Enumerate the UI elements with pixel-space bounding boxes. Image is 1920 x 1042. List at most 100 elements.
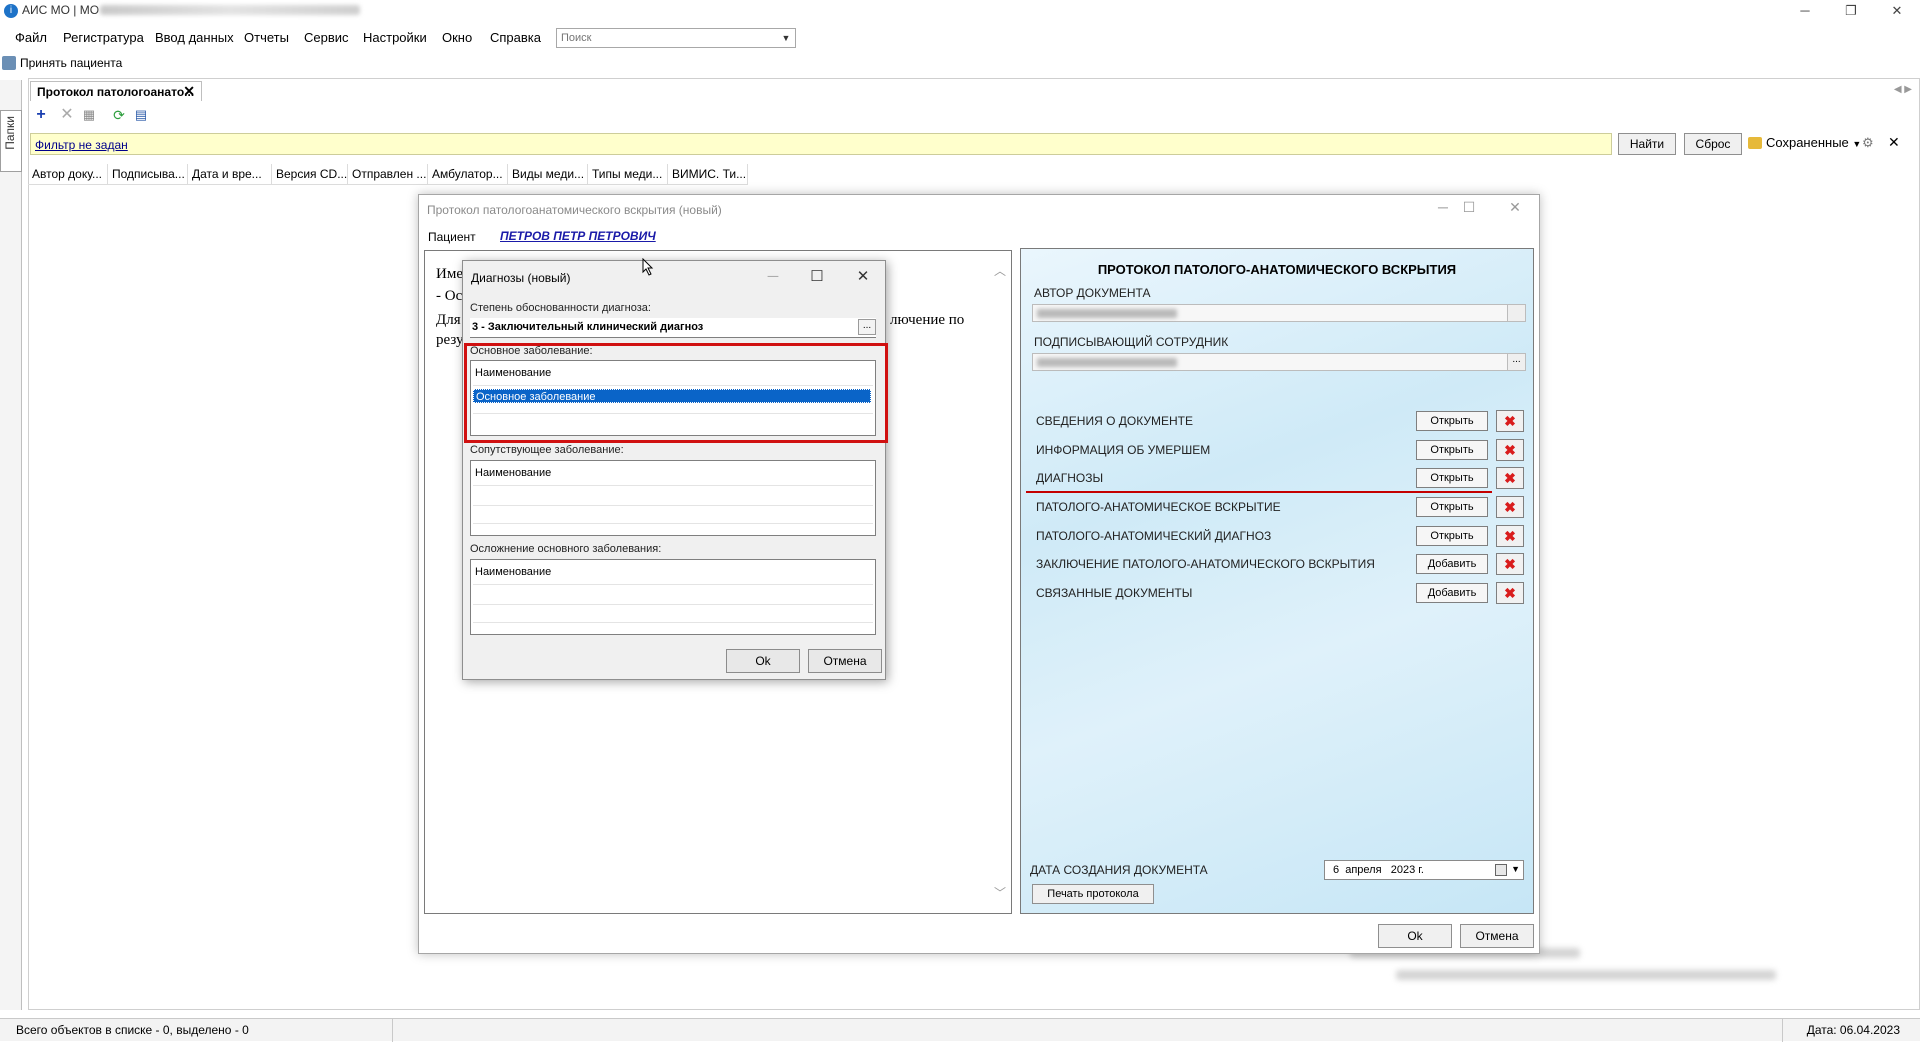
select-author-button[interactable] <box>1507 305 1525 321</box>
delete-icon[interactable]: ✖ <box>1496 582 1524 604</box>
column-header[interactable]: Автор доку... <box>28 164 108 184</box>
concomitant-list[interactable]: Наименование <box>470 460 876 536</box>
menu-registry[interactable]: Регистратура <box>63 30 144 45</box>
diagnoses-cancel-button[interactable]: Отмена <box>808 649 882 673</box>
menu-service[interactable]: Сервис <box>304 30 349 45</box>
search-input[interactable] <box>557 29 767 47</box>
filter-link[interactable]: Фильтр не задан <box>35 138 128 152</box>
open-button[interactable]: Открыть <box>1416 411 1488 431</box>
search-box[interactable]: ▼ <box>556 28 796 48</box>
add-icon[interactable]: + <box>30 104 52 126</box>
status-date: Дата: 06.04.2023 <box>1806 1023 1900 1037</box>
delete-icon[interactable]: ✖ <box>1496 525 1524 547</box>
accept-patient-button[interactable]: Принять пациента <box>2 56 122 70</box>
close-filter-icon[interactable]: ✕ <box>1888 134 1900 151</box>
delete-icon[interactable]: ✖ <box>1496 410 1524 432</box>
complication-list[interactable]: Наименование <box>470 559 876 635</box>
column-header[interactable]: Версия CD... <box>272 164 348 184</box>
delete-icon[interactable]: ✖ <box>1496 496 1524 518</box>
delete-icon[interactable]: ✕ <box>56 104 78 126</box>
scroll-down-icon[interactable]: ﹀ <box>994 884 1006 901</box>
signer-field[interactable]: ... <box>1032 353 1526 371</box>
minimize-button[interactable]: ─ <box>1782 0 1828 22</box>
add-button[interactable]: Добавить <box>1416 554 1488 574</box>
menu-window[interactable]: Окно <box>442 30 472 45</box>
open-button[interactable]: Открыть <box>1416 526 1488 546</box>
delete-icon[interactable]: ✖ <box>1496 439 1524 461</box>
accept-patient-label: Принять пациента <box>20 56 123 70</box>
menu-data-entry[interactable]: Ввод данных <box>155 30 234 45</box>
author-field[interactable] <box>1032 304 1526 322</box>
maximize-icon[interactable]: ☐ <box>1449 199 1489 219</box>
tab-protocol[interactable]: Протокол патологоанато... ✕ <box>30 81 202 101</box>
menu-settings[interactable]: Настройки <box>363 30 427 45</box>
open-button[interactable]: Открыть <box>1416 497 1488 517</box>
chevron-down-icon[interactable]: ▼ <box>779 31 793 45</box>
app-logo-icon: i <box>4 4 18 18</box>
protocol-heading: ПРОТОКОЛ ПАТОЛОГО-АНАТОМИЧЕСКОГО ВСКРЫТИ… <box>1097 262 1457 277</box>
section-label: ИНФОРМАЦИЯ ОБ УМЕРШЕМ <box>1036 443 1211 457</box>
date-picker[interactable]: 6 апреля 2023 г. ▼ <box>1324 860 1524 880</box>
title-bar: i АИС МО | МО ─ ❐ ✕ <box>0 0 1920 22</box>
diagnoses-ok-button[interactable]: Ok <box>726 649 800 673</box>
column-header[interactable]: Виды меди... <box>508 164 588 184</box>
calendar-icon[interactable] <box>1495 864 1507 876</box>
find-button[interactable]: Найти <box>1618 133 1676 155</box>
column-header[interactable]: Дата и вре... <box>188 164 272 184</box>
export-icon[interactable]: ▤ <box>130 104 152 126</box>
saved-icon <box>1748 137 1762 149</box>
saved-label: Сохраненные <box>1766 135 1849 150</box>
status-divider <box>1782 1019 1783 1042</box>
mouse-cursor-icon <box>642 258 654 276</box>
restore-button[interactable]: ❐ <box>1828 0 1874 22</box>
chevron-down-icon[interactable]: ▼ <box>1511 864 1520 874</box>
protocol-window-title: Протокол патологоанатомического вскрытия… <box>427 203 722 217</box>
blurred-author <box>1037 309 1177 318</box>
protocol-cancel-button[interactable]: Отмена <box>1460 924 1534 948</box>
highlight-box <box>464 343 888 443</box>
degree-select[interactable]: 3 - Заключительный клинический диагноз .… <box>470 318 876 338</box>
menu-reports[interactable]: Отчеты <box>244 30 289 45</box>
open-button[interactable]: Открыть <box>1416 440 1488 460</box>
column-header[interactable]: ВИМИС. Ти... <box>668 164 748 184</box>
saved-filters-dropdown[interactable]: Сохраненные ▼ <box>1748 135 1861 150</box>
open-button[interactable]: Открыть <box>1416 468 1488 488</box>
row-divider <box>473 622 873 623</box>
delete-icon[interactable]: ✖ <box>1496 553 1524 575</box>
section-label: ДИАГНОЗЫ <box>1036 471 1104 485</box>
close-icon[interactable]: ✕ <box>1495 199 1535 219</box>
reset-button[interactable]: Сброс <box>1684 133 1742 155</box>
close-tab-icon[interactable]: ✕ <box>183 83 195 100</box>
column-header[interactable]: Подписыва... <box>108 164 188 184</box>
highlight-underline <box>1026 491 1492 493</box>
maximize-icon[interactable]: ☐ <box>797 265 837 289</box>
section-label: СВЕДЕНИЯ О ДОКУМЕНТЕ <box>1036 414 1193 428</box>
print-protocol-button[interactable]: Печать протокола <box>1032 884 1154 904</box>
row-divider <box>473 584 873 585</box>
column-header[interactable]: Амбулатор... <box>428 164 508 184</box>
header-divider <box>28 184 748 185</box>
select-degree-button[interactable]: ... <box>858 319 876 335</box>
column-header[interactable]: Отправлен ... <box>348 164 428 184</box>
settings-filter-icon[interactable]: ⚙ <box>1862 135 1874 151</box>
close-window-button[interactable]: ✕ <box>1874 0 1920 22</box>
minimize-icon[interactable]: ─ <box>753 265 793 289</box>
menu-file[interactable]: Файл <box>15 30 47 45</box>
degree-label: Степень обоснованности диагноза: <box>470 302 651 314</box>
delete-icon[interactable]: ✖ <box>1496 467 1524 489</box>
protocol-ok-button[interactable]: Ok <box>1378 924 1452 948</box>
scroll-up-icon[interactable]: ︿ <box>994 262 1006 279</box>
tab-scroll-arrows[interactable]: ◀ ▶ <box>1894 84 1912 95</box>
author-label: АВТОР ДОКУМЕНТА <box>1034 286 1151 300</box>
column-header[interactable]: Типы меди... <box>588 164 668 184</box>
select-signer-button[interactable]: ... <box>1507 354 1525 370</box>
status-divider <box>392 1019 393 1042</box>
close-icon[interactable]: ✕ <box>843 265 883 289</box>
doc-scrollbar[interactable]: ︿ ﹀ <box>992 252 1010 912</box>
edit-icon[interactable]: ▦ <box>78 104 100 126</box>
patient-name-link[interactable]: ПЕТРОВ ПЕТР ПЕТРОВИЧ <box>500 229 656 243</box>
window-title: АИС МО | МО <box>22 3 100 17</box>
add-button[interactable]: Добавить <box>1416 583 1488 603</box>
refresh-icon[interactable]: ⟳ <box>108 104 130 126</box>
menu-help[interactable]: Справка <box>490 30 541 45</box>
